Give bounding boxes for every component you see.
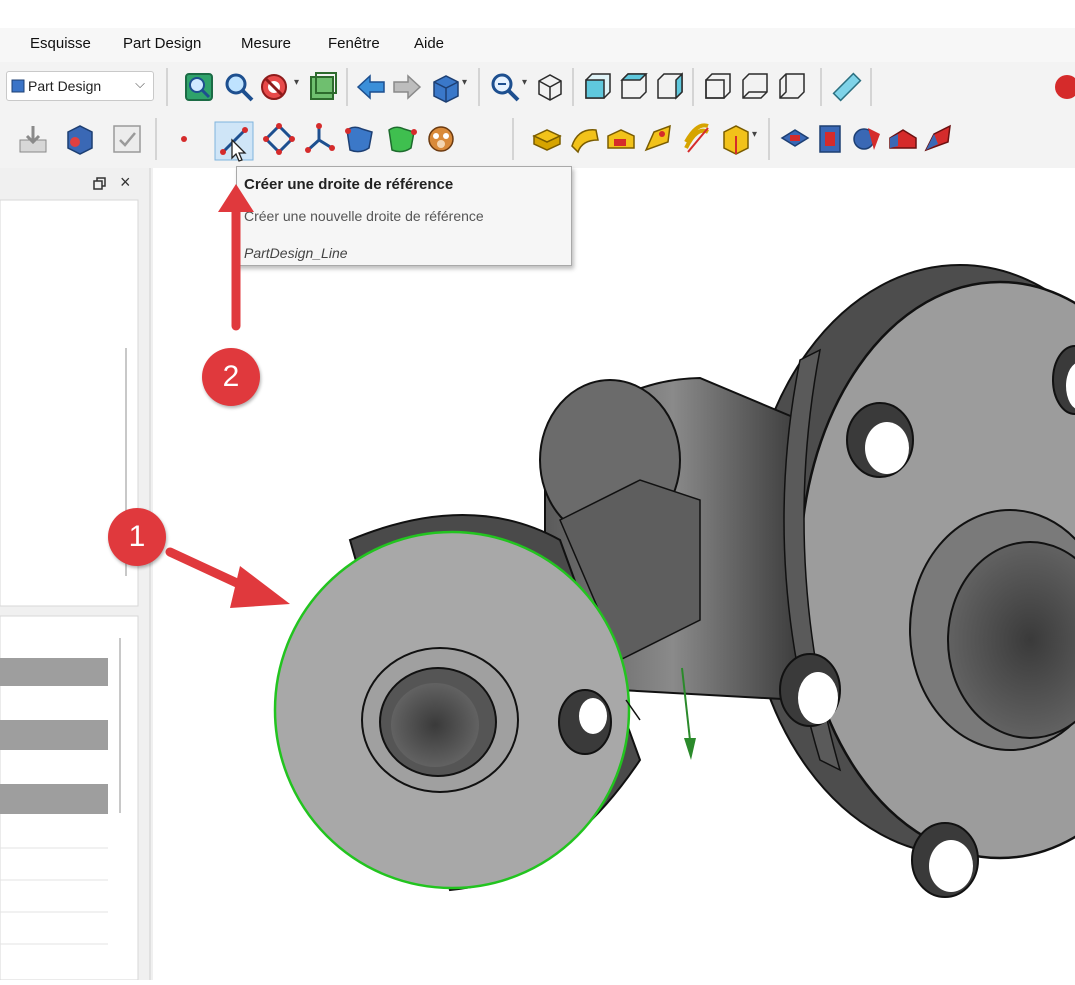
annotation-arrows	[165, 184, 290, 608]
annotation-badge-1: 1	[108, 508, 166, 566]
annotation-badge-2: 2	[202, 348, 260, 406]
